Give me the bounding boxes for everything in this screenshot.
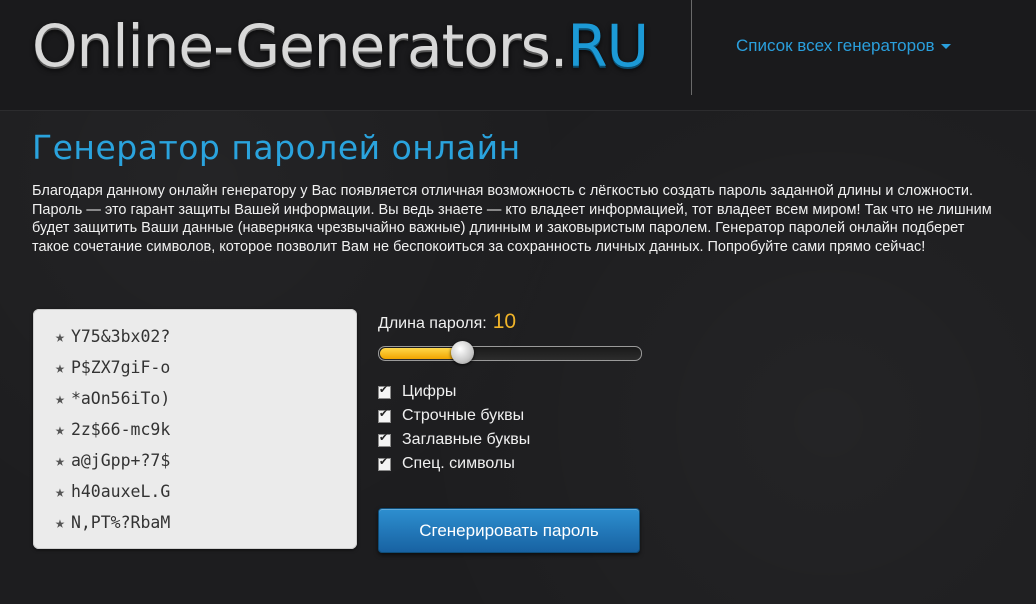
password-item[interactable]: ★ *aOn56iTo) [55, 385, 357, 416]
option-lowercase[interactable]: Строчные буквы [378, 404, 530, 428]
option-label: Заглавные буквы [402, 431, 531, 448]
page-description: Благодаря данному онлайн генератору у Ва… [32, 183, 992, 255]
slider-handle[interactable] [451, 341, 474, 364]
option-label: Цифры [402, 383, 457, 400]
checkbox-digits[interactable] [378, 383, 391, 399]
site-logo[interactable]: Online-Generators.RU [32, 6, 649, 86]
password-text[interactable]: h40auxeL.G [71, 482, 170, 501]
password-length-label: Длина пароля: [378, 315, 487, 332]
page-title: Генератор паролей онлайн [32, 128, 521, 167]
password-text[interactable]: Y75&3bx02? [71, 327, 170, 346]
checkbox-uppercase[interactable] [378, 431, 391, 447]
password-item[interactable]: ★ h40auxeL.G [55, 478, 357, 509]
password-length-row: Длина пароля: 10 [378, 310, 648, 338]
site-header: Online-Generators.RU Список всех генерат… [0, 0, 1036, 111]
password-item[interactable]: ★ Y75&3bx02? [55, 323, 357, 354]
password-item[interactable]: ★ P$ZX7giF-o [55, 354, 357, 385]
logo-tld-text: RU [567, 12, 649, 80]
generators-list-label: Список всех генераторов [736, 36, 935, 55]
password-text[interactable]: a@jGpp+?7$ [71, 451, 170, 470]
password-text[interactable]: 2z$66-mc9k [71, 420, 170, 439]
generate-password-button[interactable]: Сгенерировать пароль [378, 508, 640, 553]
star-icon: ★ [55, 451, 65, 470]
generators-list-menu[interactable]: Список всех генераторов [736, 36, 951, 56]
generator-controls: Длина пароля: 10 Цифры Строчные буквы Заг… [378, 310, 648, 553]
option-special[interactable]: Спец. символы [378, 452, 530, 476]
password-item[interactable]: ★ N,PT%?RbaM [55, 509, 357, 540]
character-options: Цифры Строчные буквы Заглавные буквы Спе… [378, 380, 530, 476]
header-divider [691, 0, 692, 95]
checkbox-special[interactable] [378, 455, 391, 471]
password-text[interactable]: *aOn56iTo) [71, 389, 170, 408]
password-length-value: 10 [492, 310, 517, 333]
star-icon: ★ [55, 513, 65, 532]
checkbox-lowercase[interactable] [378, 407, 391, 423]
caret-down-icon [940, 44, 951, 50]
password-item[interactable]: ★ a@jGpp+?7$ [55, 447, 357, 478]
star-icon: ★ [55, 327, 65, 346]
option-uppercase[interactable]: Заглавные буквы [378, 428, 530, 452]
option-label: Строчные буквы [402, 407, 525, 424]
star-icon: ★ [55, 420, 65, 439]
password-text[interactable]: N,PT%?RbaM [71, 513, 170, 532]
password-length-slider[interactable] [378, 341, 642, 364]
star-icon: ★ [55, 389, 65, 408]
logo-main-text: Online-Generators. [32, 12, 568, 80]
star-icon: ★ [55, 358, 65, 377]
star-icon: ★ [55, 482, 65, 501]
option-label: Спец. символы [402, 455, 515, 472]
password-item[interactable]: ★ 2z$66-mc9k [55, 416, 357, 447]
password-text[interactable]: P$ZX7giF-o [71, 358, 170, 377]
option-digits[interactable]: Цифры [378, 380, 530, 404]
password-list: ★ Y75&3bx02? ★ P$ZX7giF-o ★ *aOn56iTo) ★ 2z$… [33, 309, 357, 540]
generated-passwords-panel: ★ Y75&3bx02? ★ P$ZX7giF-o ★ *aOn56iTo) ★ 2z$… [33, 309, 357, 549]
